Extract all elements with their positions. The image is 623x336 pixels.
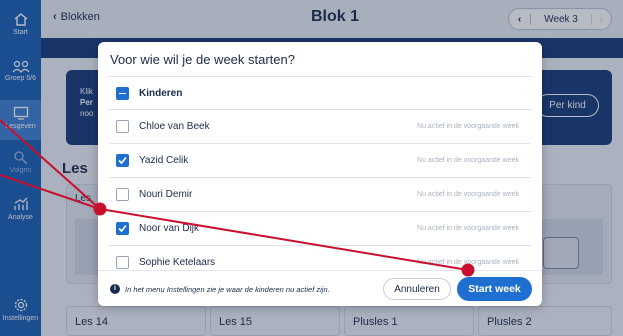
annotation-line (0, 119, 101, 210)
annotation-line (99, 208, 469, 271)
annotation-overlay (0, 119, 475, 277)
annotation-line (0, 174, 101, 210)
annotation-dot (93, 202, 107, 216)
annotation-dot (461, 263, 475, 277)
